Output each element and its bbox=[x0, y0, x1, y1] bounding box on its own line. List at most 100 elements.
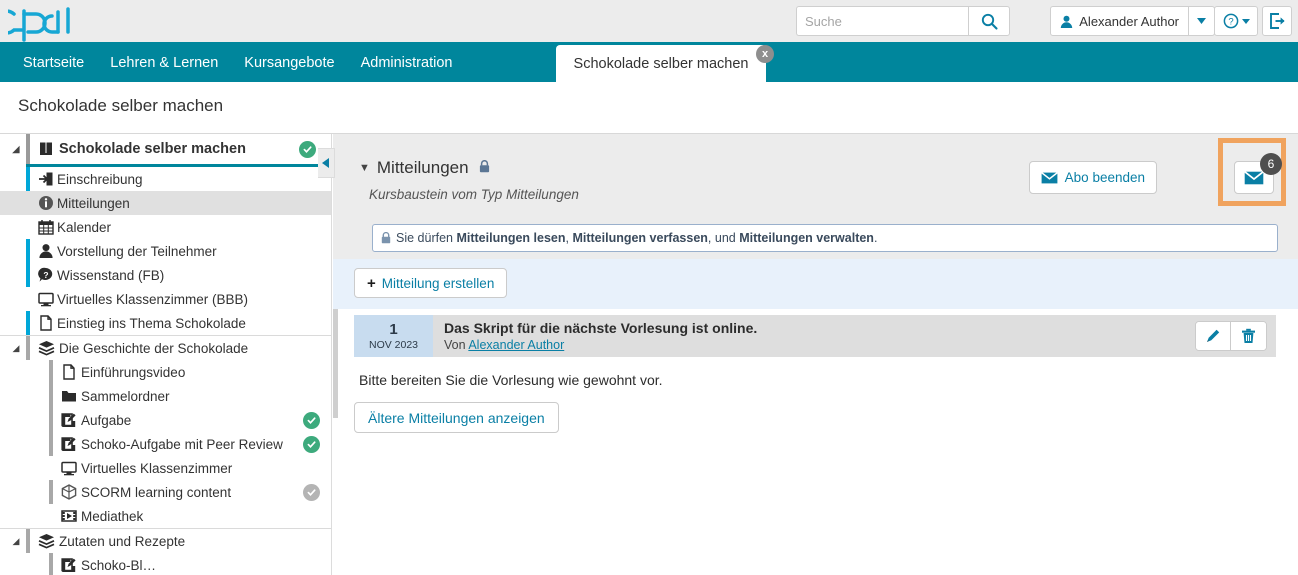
message-edit-button[interactable] bbox=[1196, 322, 1231, 350]
search-input[interactable] bbox=[796, 6, 968, 36]
sidebar-item-label: Einführungsvideo bbox=[81, 364, 186, 380]
nav-item-administration[interactable]: Administration bbox=[348, 44, 466, 82]
sidebar-item-aufgabe[interactable]: Aufgabe bbox=[0, 408, 331, 432]
chevron-down-icon bbox=[1241, 18, 1250, 24]
course-tab[interactable]: Schokolade selber machen x bbox=[556, 45, 774, 82]
task-icon bbox=[60, 411, 78, 429]
course-toolbar: Schokolade selber machen bbox=[0, 82, 1298, 207]
permission-suffix: . bbox=[873, 231, 878, 245]
sidebar-collapse-button[interactable] bbox=[318, 148, 335, 178]
nav-item-lehren-lernen[interactable]: Lehren & Lernen bbox=[97, 44, 231, 82]
user-menu: Alexander Author bbox=[1050, 6, 1215, 36]
user-dropdown-toggle[interactable] bbox=[1189, 6, 1215, 36]
message-body: Bitte bereiten Sie die Vorlesung wie gew… bbox=[359, 372, 663, 388]
sidebar-item-mitteilungen[interactable]: Mitteilungen bbox=[0, 191, 331, 215]
layers-icon bbox=[37, 532, 55, 550]
opal-logo[interactable] bbox=[0, 2, 78, 42]
sidebar-item-label: Virtuelles Klassenzimmer (BBB) bbox=[57, 291, 249, 307]
sidebar-item-virtuelles-klassenzimmer[interactable]: Virtuelles Klassenzimmer bbox=[0, 456, 331, 480]
tree-twisty-icon[interactable]: ◢ bbox=[10, 343, 22, 354]
message-author-link[interactable]: Alexander Author bbox=[468, 338, 564, 352]
message-day: 1 bbox=[389, 320, 398, 338]
global-search bbox=[796, 6, 1010, 36]
tree-indent-bar bbox=[49, 480, 53, 504]
sidebar-item-schoko-bl[interactable]: Schoko-Bl… bbox=[0, 553, 331, 575]
media-icon bbox=[60, 507, 78, 525]
user-name: Alexander Author bbox=[1079, 13, 1179, 29]
sidebar-item-vorstellung-der-teilnehmer[interactable]: Vorstellung der Teilnehmer bbox=[0, 239, 331, 263]
sidebar-item-schokolade-selber-machen[interactable]: ◢ Schokolade selber machen bbox=[0, 134, 331, 164]
tree-indent-bar bbox=[26, 167, 30, 191]
show-older-messages-button[interactable]: Ältere Mitteilungen anzeigen bbox=[354, 402, 559, 433]
chevron-down-icon[interactable]: ▼ bbox=[359, 162, 370, 174]
permission-sep2: , und bbox=[707, 231, 740, 245]
pencil-icon bbox=[1207, 329, 1220, 342]
permission-text: Sie dürfen Mitteilungen lesen, Mitteilun… bbox=[396, 231, 877, 245]
tree-twisty-icon[interactable]: ◢ bbox=[10, 144, 22, 155]
nav-item-kursangebote[interactable]: Kursangebote bbox=[231, 44, 347, 82]
mail-count: 6 bbox=[1267, 157, 1275, 171]
panel-title-text: Mitteilungen bbox=[376, 158, 469, 177]
sidebar-item-sammelordner[interactable]: Sammelordner bbox=[0, 384, 331, 408]
plus-icon: + bbox=[367, 274, 376, 292]
abo-beenden-label: Abo beenden bbox=[1064, 170, 1145, 185]
nav-item-startseite[interactable]: Startseite bbox=[10, 44, 97, 82]
sidebar-item-mediathek[interactable]: Mediathek bbox=[0, 504, 331, 528]
permission-manage: Mitteilungen verwalten bbox=[739, 231, 874, 245]
sidebar-item-scorm-learning-content[interactable]: SCORM learning content bbox=[0, 480, 331, 504]
logout-button[interactable] bbox=[1262, 6, 1292, 36]
help-menu-button[interactable]: ? bbox=[1214, 6, 1258, 36]
close-icon[interactable]: x bbox=[756, 45, 774, 63]
sidebar-item-wissenstand-fb[interactable]: ? Wissenstand (FB) bbox=[0, 263, 331, 287]
abo-beenden-button[interactable]: Abo beenden bbox=[1028, 161, 1157, 194]
sidebar-item-zutaten-und-rezepte[interactable]: ◢ Zutaten und Rezepte bbox=[0, 529, 331, 553]
sidebar-item-label: Aufgabe bbox=[81, 412, 132, 428]
tree-indent-bar bbox=[49, 432, 53, 456]
sidebar-item-label: Virtuelles Klassenzimmer bbox=[81, 460, 233, 476]
sidebar-item-label: Zutaten und Rezepte bbox=[59, 533, 186, 549]
panel-title: ▼ Mitteilungen bbox=[359, 158, 490, 178]
sidebar-item-label: Vorstellung der Teilnehmer bbox=[57, 243, 217, 259]
message-delete-button[interactable] bbox=[1231, 322, 1266, 350]
sidebar-item-label: Einschreibung bbox=[57, 171, 143, 187]
svg-text:?: ? bbox=[1228, 17, 1233, 28]
search-submit-button[interactable] bbox=[968, 6, 1010, 36]
sidebar-item-label: Mediathek bbox=[81, 508, 144, 524]
status-check-icon bbox=[303, 435, 320, 453]
create-message-label: Mitteilung erstellen bbox=[381, 275, 495, 291]
message-info: Das Skript für die nächste Vorlesung ist… bbox=[433, 315, 1195, 357]
permission-prefix: Sie dürfen bbox=[396, 231, 457, 245]
sidebar-item-kalender[interactable]: Kalender bbox=[0, 215, 331, 239]
user-button[interactable]: Alexander Author bbox=[1050, 6, 1189, 36]
help-circle-icon: ? bbox=[1223, 13, 1238, 29]
create-message-button[interactable]: + Mitteilung erstellen bbox=[354, 268, 508, 298]
permission-info-box: Sie dürfen Mitteilungen lesen, Mitteilun… bbox=[372, 224, 1278, 252]
message-title: Das Skript für die nächste Vorlesung ist… bbox=[444, 320, 758, 336]
tree-indent-bar bbox=[26, 529, 30, 553]
sidebar-item-schoko-aufgabe-mit-peer-review[interactable]: Schoko-Aufgabe mit Peer Review bbox=[0, 432, 331, 456]
sidebar-item-die-geschichte-der-schokolade[interactable]: ◢ Die Geschichte der Schokolade bbox=[0, 336, 331, 360]
chevron-left-icon bbox=[322, 158, 329, 168]
tree-indent-bar bbox=[49, 408, 53, 432]
tree-twisty-icon[interactable]: ◢ bbox=[10, 536, 22, 547]
chevron-down-icon bbox=[1197, 18, 1206, 24]
folder-icon bbox=[60, 387, 78, 405]
layers-icon bbox=[37, 339, 55, 357]
monitor-icon bbox=[60, 459, 78, 477]
sidebar-item-label: Schokolade selber machen bbox=[59, 141, 246, 157]
sidebar-item-virtuelles-klassenzimmer-bbb[interactable]: Virtuelles Klassenzimmer (BBB) bbox=[0, 287, 331, 311]
panel-subtitle: Kursbaustein vom Typ Mitteilungen bbox=[369, 187, 579, 202]
sidebar-item-label: Sammelordner bbox=[81, 388, 170, 404]
sidebar-item-label: Wissenstand (FB) bbox=[57, 267, 165, 283]
sidebar-item-einstieg-ins-thema-schokolade[interactable]: Einstieg ins Thema Schokolade bbox=[0, 311, 331, 335]
permission-read: Mitteilungen lesen bbox=[456, 231, 566, 245]
lock-icon bbox=[479, 159, 489, 172]
sidebar-item-label: Mitteilungen bbox=[57, 195, 130, 211]
sidebar-item-einschreibung[interactable]: Einschreibung bbox=[0, 167, 331, 191]
search-icon bbox=[981, 13, 998, 30]
page-icon bbox=[37, 314, 55, 332]
sidebar-item-einf-hrungsvideo[interactable]: Einführungsvideo bbox=[0, 360, 331, 384]
svg-text:?: ? bbox=[43, 270, 48, 280]
message-actions bbox=[1195, 315, 1267, 357]
page-icon bbox=[60, 363, 78, 381]
